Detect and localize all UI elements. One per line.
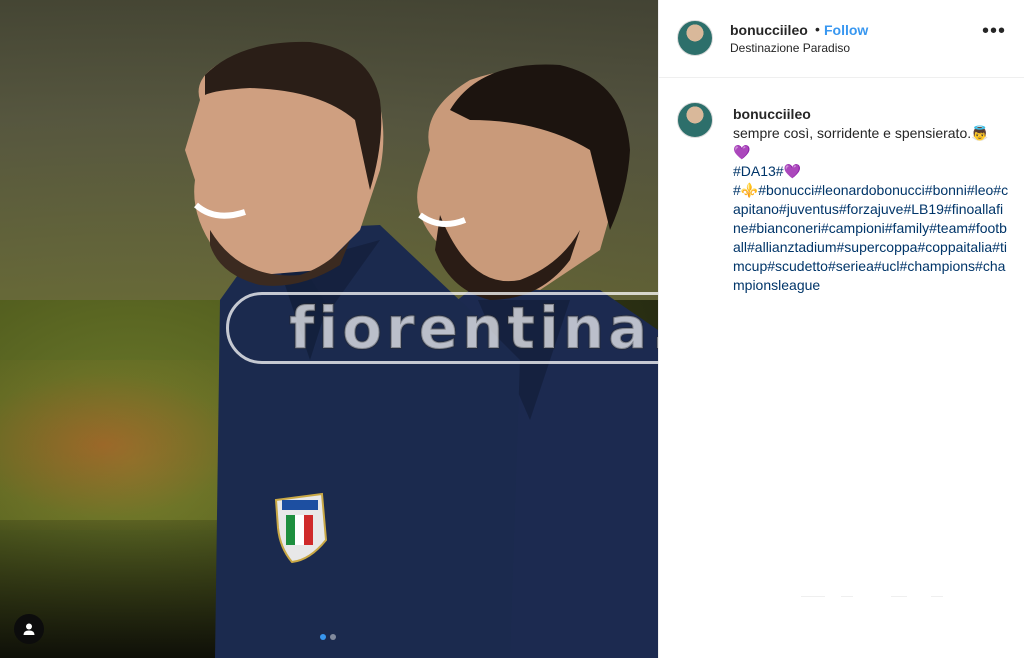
caption-text: sempre così, sorridente e spensierato.👼	[733, 125, 989, 141]
carousel-dot-2	[330, 634, 336, 640]
caption-text-block: sempre così, sorridente e spensierato.👼 …	[733, 124, 1009, 295]
carousel-indicator	[320, 634, 336, 640]
tagged-users-button[interactable]	[14, 614, 44, 644]
hashtag-da13[interactable]: #DA13#	[733, 163, 784, 179]
hashtag-list[interactable]: #⚜️#bonucci#leonardobonucci#bonni#leo#ca…	[733, 181, 1009, 295]
user-icon	[23, 623, 35, 635]
location-link[interactable]: Destinazione Paradiso	[730, 41, 850, 55]
divider	[841, 596, 853, 597]
carousel-dot-1	[320, 634, 326, 640]
post-header: bonucciileo • Follow Destinazione Paradi…	[659, 0, 1024, 78]
profile-avatar[interactable]	[677, 20, 713, 56]
divider	[891, 596, 907, 597]
caption-username[interactable]: bonucciileo	[733, 106, 811, 122]
divider	[931, 596, 943, 597]
more-options-icon[interactable]: •••	[982, 21, 1006, 41]
watermark: fiorentina.it	[226, 292, 658, 364]
divider	[801, 596, 825, 597]
post-photo[interactable]: fiorentina.it	[0, 0, 658, 658]
purple-heart-emoji-2: 💜	[783, 163, 802, 179]
post-sidebar: bonucciileo • Follow Destinazione Paradi…	[658, 0, 1024, 658]
purple-heart-emoji: 💜	[733, 144, 751, 160]
header-username[interactable]: bonucciileo	[730, 22, 808, 38]
caption-avatar[interactable]	[677, 102, 713, 138]
header-separator: •	[815, 21, 820, 37]
follow-button[interactable]: Follow	[824, 22, 868, 38]
